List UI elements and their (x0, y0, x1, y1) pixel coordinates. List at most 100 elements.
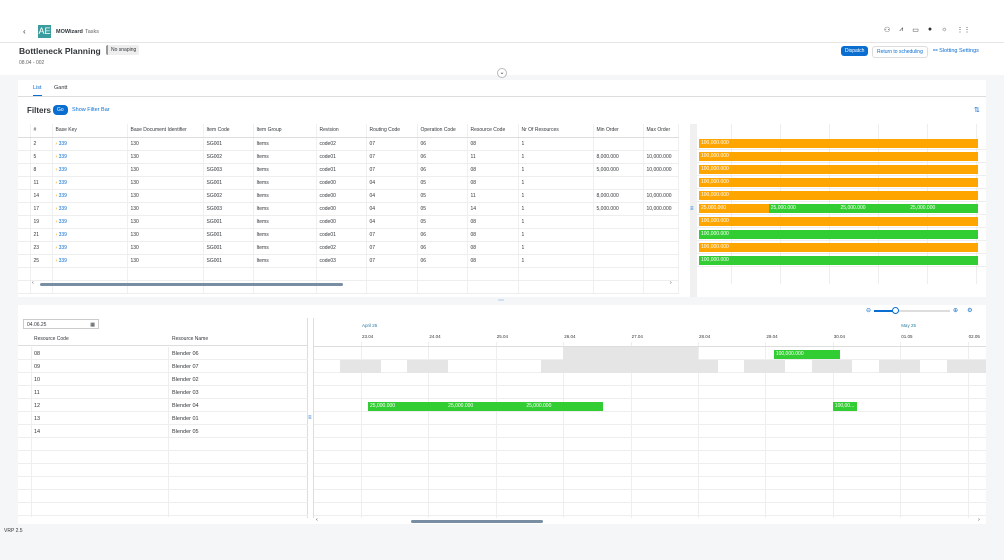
date-input[interactable]: 04.06.25 ▦ (23, 319, 99, 329)
settings-icon[interactable]: ⚙ (967, 307, 972, 314)
table-row[interactable]: 14 › 339 130 SG002 Items code00 04 05 11 1 8,000.0… (18, 189, 679, 203)
task-bar[interactable]: 100,000.000 (699, 217, 978, 226)
task-bar[interactable]: 100,000.000 (699, 152, 978, 161)
horizontal-scrollbar[interactable]: ‹ › (32, 280, 678, 287)
task-bar[interactable]: 100,000.000 (699, 230, 978, 239)
sort-icon[interactable]: ⇅ (974, 106, 980, 114)
zoom-in-icon[interactable]: ⊕ (953, 307, 958, 314)
base-key-link[interactable]: › 339 (52, 241, 128, 255)
table-cell: 05 (417, 202, 468, 216)
show-filter-bar-link[interactable]: Show Filter Bar (72, 107, 110, 113)
resource-row[interactable]: 08 Blender 06 (18, 347, 308, 360)
resource-row[interactable]: 09 Blender 07 (18, 360, 308, 373)
column-header[interactable]: Min Order (593, 124, 644, 138)
column-header[interactable]: Base Key (52, 124, 128, 138)
base-key-link[interactable]: › 339 (52, 215, 128, 229)
table-row[interactable]: 11› 339130SG001Itemscode000405081 › (18, 176, 679, 190)
task-bar[interactable]: 100,000.000 (699, 191, 978, 200)
task-bar[interactable]: 100,000.000 (699, 243, 978, 252)
column-header[interactable]: # (30, 124, 53, 138)
table-cell: 11 (467, 189, 519, 203)
snapping-badge[interactable]: No snaping (106, 45, 140, 55)
slotting-settings-button[interactable]: ⚯ Slotting Settings (933, 48, 979, 54)
column-header[interactable]: Revision (316, 124, 367, 138)
base-key-link[interactable]: › 339 (52, 228, 128, 242)
column-header[interactable]: Max Order (643, 124, 679, 138)
table-cell (643, 176, 679, 190)
tab-list[interactable]: List (33, 85, 42, 96)
table-row[interactable]: 2› 339130SG001Itemscode020706081 › (18, 137, 679, 151)
column-header[interactable]: Item Code (203, 124, 254, 138)
splitter[interactable]: ≡ (690, 124, 697, 297)
go-button[interactable]: Go (53, 105, 68, 115)
base-key-link[interactable]: › 339 (52, 189, 128, 203)
splitter-handle-icon[interactable]: ≡ (308, 415, 312, 421)
task-bar[interactable]: 25,000.000 (524, 402, 603, 411)
resource-row[interactable]: 12 Blender 04 (18, 399, 308, 412)
col-resource-name[interactable]: Resource Name (172, 336, 208, 342)
table-row[interactable]: 19› 339130SG001Itemscode000405081 › (18, 215, 679, 229)
table-cell: 10,000.000 (643, 189, 679, 203)
base-key-link[interactable]: › 339 (52, 163, 128, 177)
task-bar[interactable]: 100,000.000 (699, 256, 978, 265)
resize-handle-icon[interactable]: ⋯ (498, 297, 504, 304)
base-key-link[interactable]: › 339 (52, 150, 128, 164)
table-row[interactable]: 17 › 339 130 SG003 Items code00 04 05 14 1 5,000.0… (18, 202, 679, 216)
task-bar[interactable]: 25,000.000 (908, 204, 978, 213)
task-bar[interactable]: 25,000.000 (446, 402, 525, 411)
task-bar[interactable]: 25,000.000 (699, 204, 769, 213)
table-cell: 06 (417, 254, 468, 268)
gantt-scrollbar[interactable]: ‹ › (315, 517, 985, 524)
table-row[interactable]: 8 › 339 130 SG003 Items code01 07 06 08 1 5,000.00… (18, 163, 679, 177)
back-icon[interactable]: ‹ (23, 27, 26, 36)
gantt-row: 100,000.000 (697, 189, 986, 202)
chart-icon[interactable]: ⩘ (899, 26, 903, 34)
task-bar[interactable]: 25,000.000 (838, 204, 909, 213)
zoom-slider[interactable] (874, 306, 951, 314)
table-cell: Items (253, 150, 317, 164)
task-bar[interactable]: 100,000.000 (773, 350, 840, 359)
table-row[interactable]: 25› 339130SG001Itemscode030706081 › (18, 254, 679, 268)
column-header[interactable]: Nr Of Resources (518, 124, 594, 138)
tab-gantt[interactable]: Gantt (54, 85, 67, 91)
timeline-row (314, 386, 986, 399)
table-row[interactable]: 21› 339130SG001Itemscode010706081 › (18, 228, 679, 242)
resource-row[interactable]: 10 Blender 02 (18, 373, 308, 386)
collapse-header-button[interactable]: ⌄ (497, 68, 507, 78)
zoom-out-icon[interactable]: ⊖ (866, 307, 871, 314)
resource-row[interactable]: 13 Blender 01 (18, 412, 308, 425)
resource-row[interactable]: 11 Blender 03 (18, 386, 308, 399)
monitor-icon[interactable]: ▭ (912, 26, 919, 34)
gantt-row: 100,000.000 (697, 137, 986, 150)
user-add-icon[interactable]: ⚇ (884, 26, 890, 34)
resource-name: Blender 01 (172, 416, 199, 422)
task-bar[interactable]: 100,000.000 (699, 139, 978, 148)
return-to-scheduling-button[interactable]: Return to scheduling (872, 46, 928, 58)
column-header[interactable]: Base Document Identifier (127, 124, 204, 138)
column-header[interactable]: Operation Code (417, 124, 468, 138)
resource-row[interactable]: 14 Blender 05 (18, 425, 308, 438)
table-cell: 130 (127, 241, 204, 255)
base-key-link[interactable]: › 339 (52, 254, 128, 268)
task-bar[interactable]: 100,000.000 (699, 165, 978, 174)
table-cell: SG001 (203, 228, 254, 242)
base-key-link[interactable]: › 339 (52, 202, 128, 216)
col-resource-code[interactable]: Resource Code (34, 336, 69, 342)
table-cell: 5 (30, 150, 53, 164)
task-bar[interactable]: 25,000.000 (368, 402, 447, 411)
table-row[interactable]: 5 › 339 130 SG002 Items code01 07 06 11 1 8,000.00… (18, 150, 679, 164)
task-bar[interactable]: 25,000.000 (768, 204, 839, 213)
column-header[interactable]: Item Group (253, 124, 317, 138)
column-header[interactable]: Resource Code (467, 124, 519, 138)
table-cell: 14 (467, 202, 519, 216)
base-key-link[interactable]: › 339 (52, 137, 128, 151)
base-key-link[interactable]: › 339 (52, 176, 128, 190)
grid-menu-icon[interactable]: ⋮⋮ (957, 26, 971, 34)
globe-icon[interactable]: ● (928, 26, 932, 34)
sun-icon[interactable]: ☼ (941, 26, 947, 34)
table-row[interactable]: 23› 339130SG001Itemscode020706081 › (18, 241, 679, 255)
task-bar[interactable]: 100,00... (832, 402, 858, 411)
dispatch-button[interactable]: Dispatch (841, 46, 869, 56)
column-header[interactable]: Routing Code (366, 124, 418, 138)
task-bar[interactable]: 100,000.000 (699, 178, 978, 187)
